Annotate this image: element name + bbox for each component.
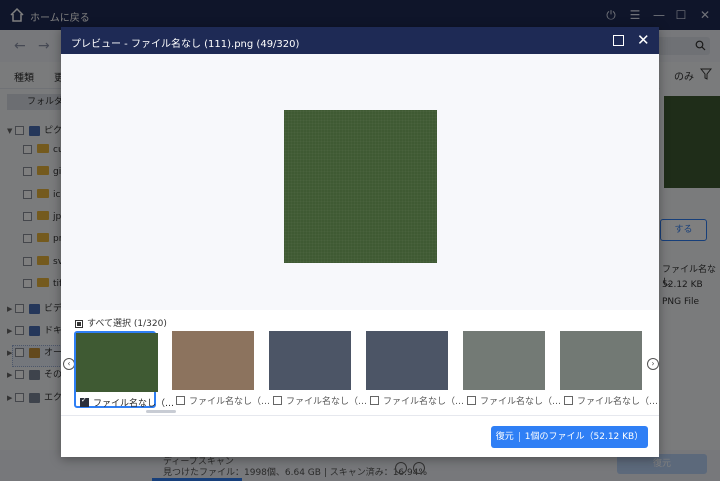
thumbnail-image [560, 331, 642, 390]
thumbnail-caption: ファイル名なし（… [80, 396, 174, 409]
select-all-checkbox[interactable]: すべて選択 (1/320) [75, 316, 167, 329]
checkbox[interactable] [80, 396, 89, 407]
select-all-label: すべて選択 (1/320) [87, 319, 167, 329]
checkbox[interactable] [370, 396, 379, 405]
preview-dialog-header: プレビュー - ファイル名なし (111).png (49/320) ✕ [61, 27, 659, 54]
thumbnail-caption: ファイル名なし（… [176, 394, 270, 407]
thumbnail-image [172, 331, 254, 390]
thumbnail-item[interactable]: ファイル名なし（… [269, 331, 367, 408]
divider [518, 431, 520, 442]
thumbnail-label: ファイル名なし（… [577, 397, 659, 407]
thumbnail-item[interactable]: ファイル名なし（… [463, 331, 561, 408]
checkbox[interactable] [273, 396, 282, 405]
thumbnail-image [366, 331, 448, 390]
thumbnail-image [463, 331, 545, 390]
thumbnail-caption: ファイル名なし（… [467, 394, 561, 407]
checkbox[interactable] [176, 396, 185, 405]
thumbnail-caption: ファイル名なし（… [273, 394, 367, 407]
thumbnail-caption: ファイル名なし（… [370, 394, 464, 407]
thumbnail-item[interactable]: ファイル名なし（… [172, 331, 270, 408]
divider [61, 415, 659, 416]
preview-area [61, 54, 659, 310]
restore-button-detail: 1個のファイル（52.12 KB） [524, 432, 644, 442]
thumbnail-label: ファイル名なし（… [480, 397, 562, 407]
thumbnail-label: ファイル名なし（… [286, 397, 368, 407]
checkbox[interactable] [467, 396, 476, 405]
thumbnail-caption: ファイル名なし（… [564, 394, 658, 407]
thumbnail-label: ファイル名なし（… [189, 397, 271, 407]
restore-button-label: 復元 [495, 432, 514, 442]
thumbnail-item[interactable]: ファイル名なし（… [560, 331, 658, 408]
thumbnail-label: ファイル名なし（… [383, 397, 465, 407]
thumbnail-scrollbar[interactable] [146, 410, 176, 413]
chevron-right-icon[interactable]: › [647, 358, 659, 370]
maximize-icon[interactable] [613, 35, 624, 46]
checkbox[interactable] [564, 396, 573, 405]
close-icon[interactable]: ✕ [637, 30, 650, 50]
preview-dialog-title: プレビュー - ファイル名なし (111).png (49/320) [71, 39, 300, 50]
restore-button[interactable]: 復元 1個のファイル（52.12 KB） [491, 426, 648, 448]
checkbox-icon [75, 319, 83, 328]
preview-image [284, 110, 437, 263]
thumbnail-image [76, 333, 158, 392]
thumbnail-item[interactable]: ファイル名なし（… [366, 331, 464, 408]
preview-dialog: プレビュー - ファイル名なし (111).png (49/320) ✕ すべて… [61, 27, 659, 457]
thumbnail-image [269, 331, 351, 390]
thumbnail-item[interactable]: ファイル名なし（… [74, 331, 174, 409]
thumbnail-label: ファイル名なし（… [93, 399, 175, 409]
